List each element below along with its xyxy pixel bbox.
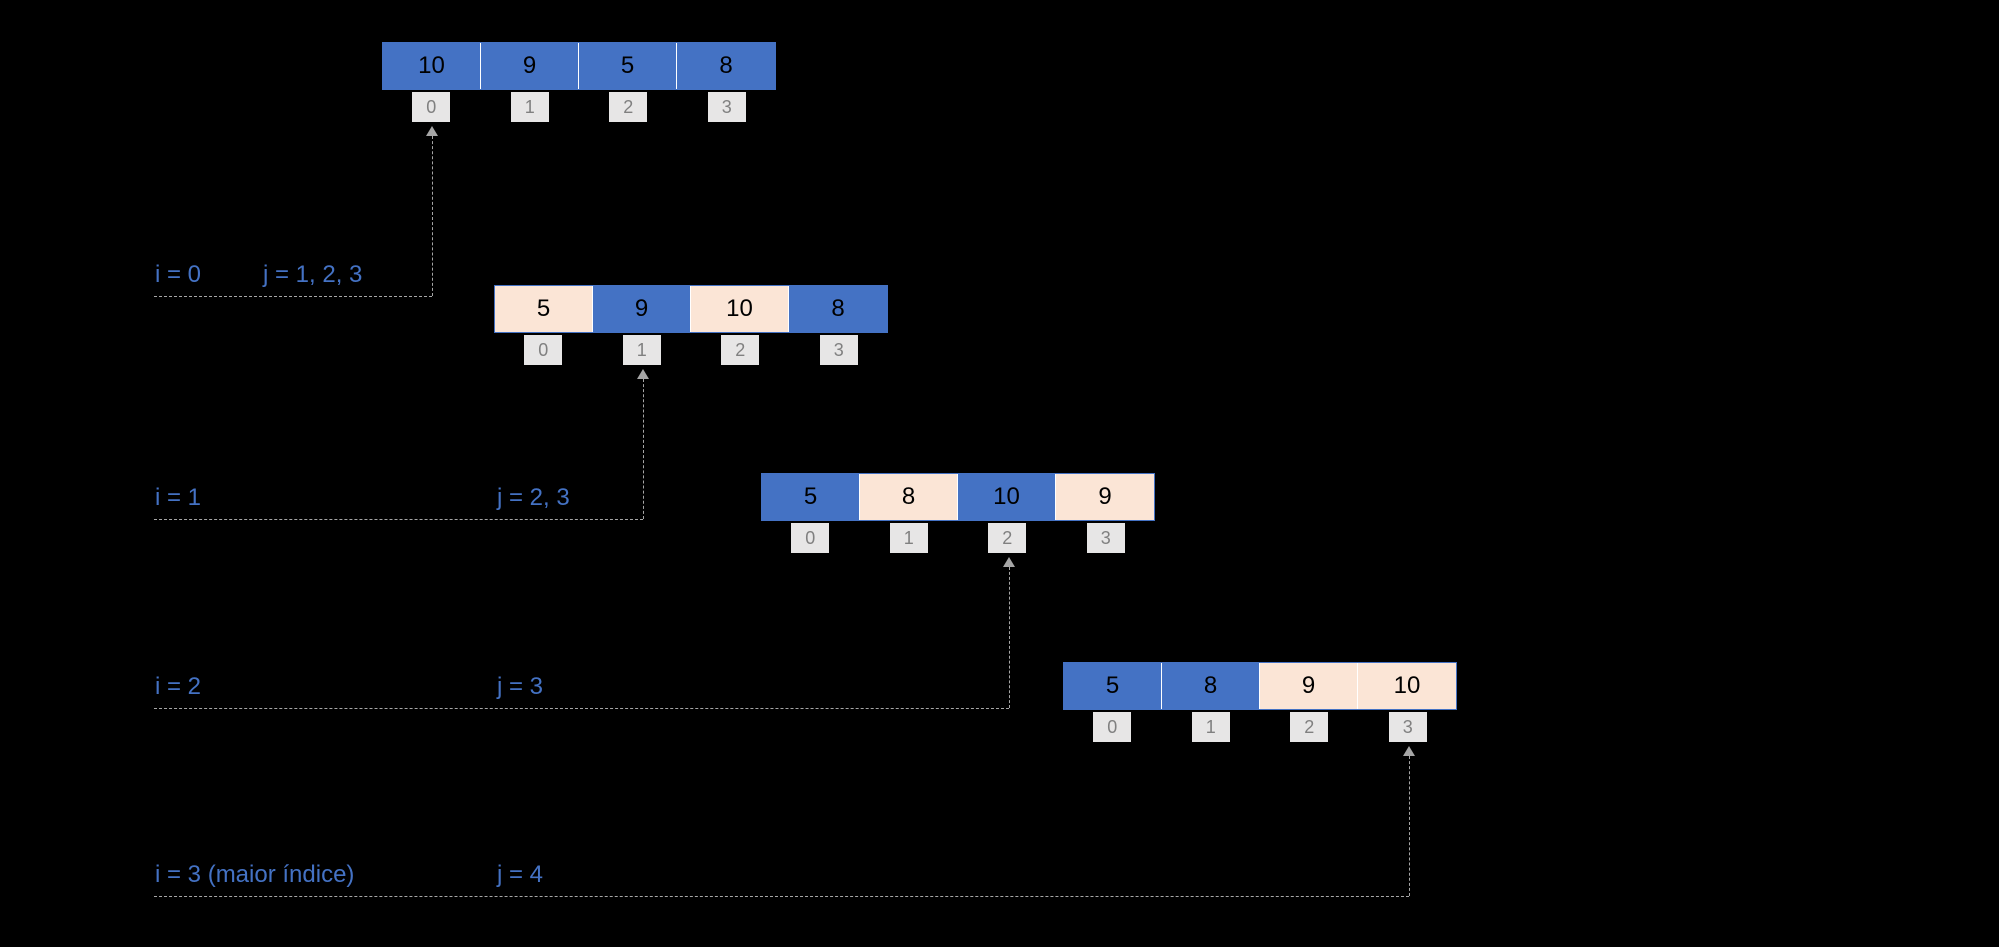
array-step-1: 5 9 10 8 0 1 2 3 — [494, 285, 888, 365]
hrule-2 — [154, 708, 1009, 709]
label-i1: i = 1 — [155, 484, 201, 512]
cell: 5 — [1064, 663, 1162, 709]
cell: 10 — [383, 43, 481, 89]
index-label: 3 — [708, 92, 746, 122]
cell: 8 — [677, 43, 775, 89]
vrule-0 — [432, 136, 433, 296]
cell: 8 — [1162, 663, 1260, 709]
index-label: 2 — [609, 92, 647, 122]
diagram-canvas: 10 9 5 8 0 1 2 3 5 9 10 8 0 1 2 3 5 8 — [0, 0, 1999, 947]
cell: 9 — [1260, 663, 1358, 709]
label-i3: i = 3 (maior índice) — [155, 861, 354, 889]
vrule-1 — [643, 379, 644, 519]
hrule-3 — [154, 896, 1409, 897]
index-label: 1 — [511, 92, 549, 122]
array-step-2: 5 8 10 9 0 1 2 3 — [761, 473, 1155, 553]
index-label: 3 — [1087, 523, 1125, 553]
label-j0: j = 1, 2, 3 — [263, 261, 362, 289]
cell: 10 — [1358, 663, 1456, 709]
label-j3: j = 4 — [497, 861, 543, 889]
index-label: 0 — [524, 335, 562, 365]
cell: 5 — [495, 286, 593, 332]
label-i2: i = 2 — [155, 673, 201, 701]
index-label: 0 — [791, 523, 829, 553]
arrow-3 — [1403, 746, 1415, 756]
arrow-0 — [426, 126, 438, 136]
cell: 10 — [958, 474, 1056, 520]
cell: 8 — [789, 286, 887, 332]
index-label: 0 — [412, 92, 450, 122]
label-j1: j = 2, 3 — [497, 484, 570, 512]
cell: 5 — [762, 474, 860, 520]
index-label: 0 — [1093, 712, 1131, 742]
vrule-2 — [1009, 567, 1010, 708]
index-label: 2 — [721, 335, 759, 365]
cell: 9 — [1056, 474, 1154, 520]
hrule-0 — [154, 296, 432, 297]
cell: 5 — [579, 43, 677, 89]
array-step-0: 10 9 5 8 0 1 2 3 — [382, 42, 776, 122]
cell: 8 — [860, 474, 958, 520]
index-label: 1 — [890, 523, 928, 553]
vrule-3 — [1409, 756, 1410, 896]
label-j2: j = 3 — [497, 673, 543, 701]
index-label: 3 — [1389, 712, 1427, 742]
index-label: 2 — [988, 523, 1026, 553]
arrow-1 — [637, 369, 649, 379]
label-i0: i = 0 — [155, 261, 201, 289]
cell: 10 — [691, 286, 789, 332]
arrow-2 — [1003, 557, 1015, 567]
index-label: 1 — [1192, 712, 1230, 742]
index-label: 1 — [623, 335, 661, 365]
cell: 9 — [593, 286, 691, 332]
cell: 9 — [481, 43, 579, 89]
hrule-1 — [154, 519, 643, 520]
array-step-3: 5 8 9 10 0 1 2 3 — [1063, 662, 1457, 742]
index-label: 2 — [1290, 712, 1328, 742]
index-label: 3 — [820, 335, 858, 365]
